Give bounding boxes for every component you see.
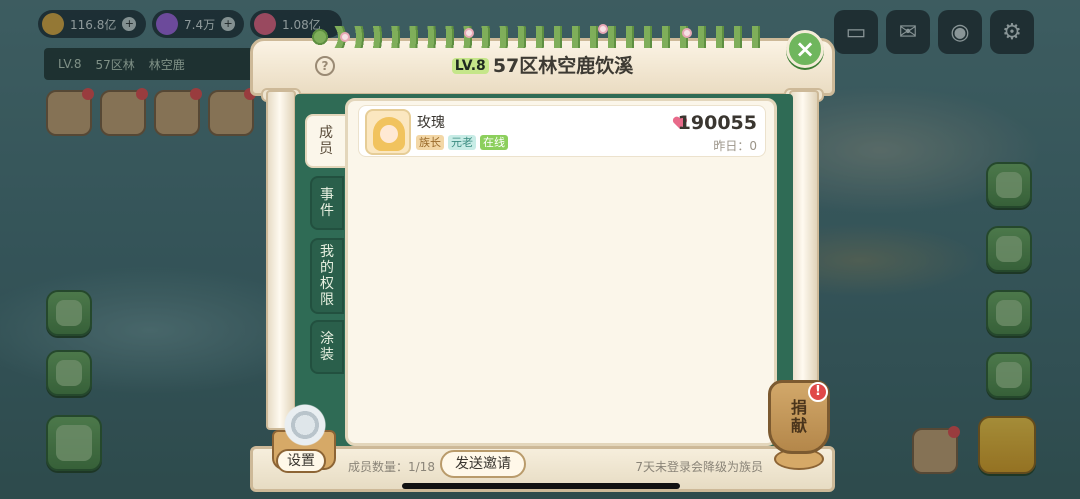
member-row[interactable]: 玫瑰 族长 元老 在线 190055 昨日：0 — [358, 105, 766, 157]
gear-icon[interactable] — [280, 402, 330, 448]
status-badge-online: 在线 — [480, 135, 508, 150]
clan-level-badge: LV.8 — [451, 58, 489, 74]
dialog-title: LV.8 57区林空鹿饮溪 — [250, 51, 835, 78]
member-contribution: 190055 — [677, 112, 757, 134]
home-indicator — [402, 483, 680, 489]
tab-events-char: 事 — [320, 187, 334, 203]
avatar[interactable] — [365, 109, 411, 155]
donate-label: 献 — [790, 416, 807, 435]
tab-skins-char: 涂 — [320, 331, 334, 347]
tab-members-char: 成 — [319, 125, 333, 141]
tab-members-char: 员 — [319, 141, 333, 157]
flower-decoration — [464, 28, 474, 38]
pillar-right — [789, 90, 819, 430]
close-button[interactable]: × — [786, 30, 824, 68]
tab-permissions[interactable]: 我 的 权 限 — [310, 238, 344, 314]
member-yesterday: 昨日：0 — [713, 139, 757, 153]
clan-name: 57区林空鹿饮溪 — [492, 55, 634, 77]
alert-icon: ! — [808, 382, 828, 402]
inactivity-notice: 7天未登录会降级为族员 — [635, 460, 763, 474]
member-count: 成员数量：1/18 — [348, 460, 435, 474]
tab-skins-char: 装 — [320, 347, 334, 363]
tab-events-char: 件 — [320, 203, 334, 219]
member-name: 玫瑰 — [417, 115, 445, 131]
pillar-left — [266, 90, 296, 430]
role-badge-leader: 族长 — [416, 135, 444, 150]
tab-permissions-char: 的 — [320, 260, 334, 276]
tab-permissions-char: 权 — [320, 276, 334, 292]
donate-label: 捐 — [790, 398, 807, 417]
clan-dialog: ? LV.8 57区林空鹿饮溪 × 成 员 事 件 我 的 权 限 涂 装 玫瑰 … — [250, 24, 835, 492]
flower-decoration — [682, 28, 692, 38]
tab-permissions-char: 限 — [320, 292, 334, 308]
settings-button[interactable]: 设置 — [276, 449, 326, 473]
flower-decoration — [340, 32, 350, 42]
tab-members[interactable]: 成 员 — [305, 114, 347, 168]
flower-decoration — [598, 24, 608, 34]
vine-decoration — [310, 26, 770, 48]
tab-permissions-char: 我 — [320, 244, 334, 260]
tab-events[interactable]: 事 件 — [310, 176, 344, 230]
role-badge-elder: 元老 — [448, 135, 476, 150]
tab-skins[interactable]: 涂 装 — [310, 320, 344, 374]
member-badges: 族长 元老 在线 — [416, 135, 508, 150]
send-invite-button[interactable]: 发送邀请 — [440, 450, 526, 478]
